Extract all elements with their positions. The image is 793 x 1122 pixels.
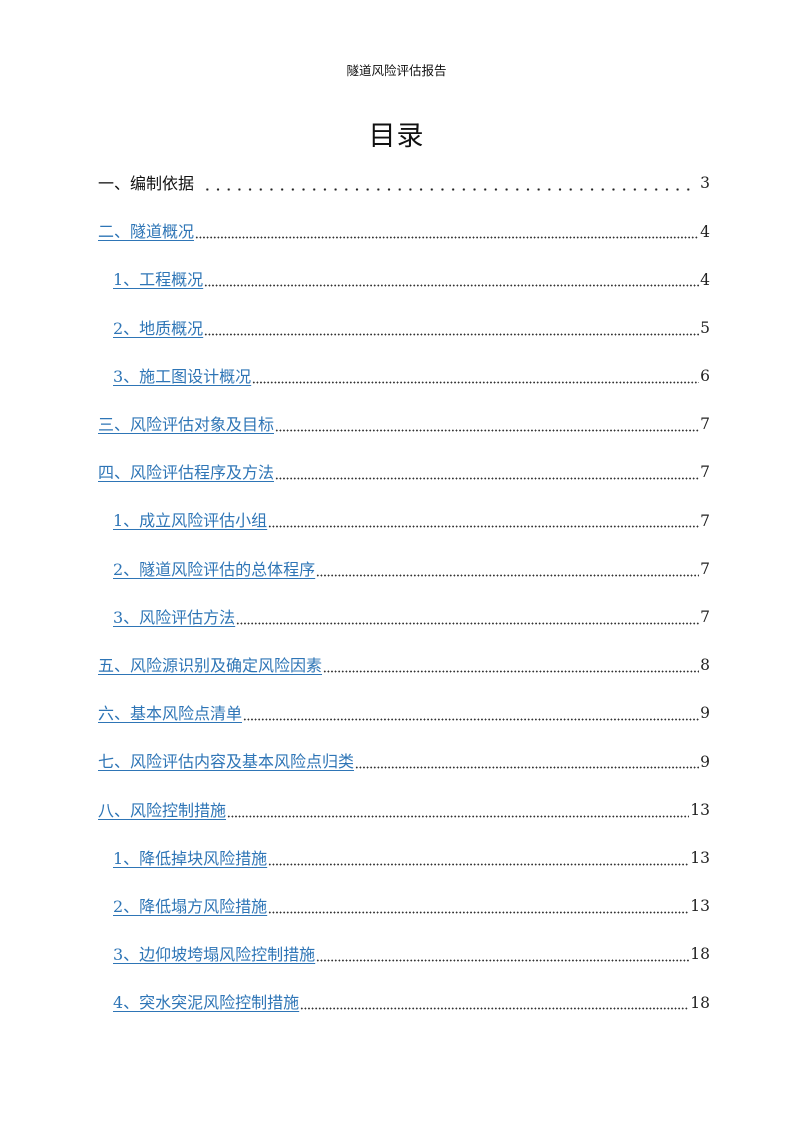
dot-leader [323,658,699,675]
table-of-contents: 一、编制依据 3 二、隧道概况 4 1、工程概况 4 2、地质概况 5 3、施工… [98,160,710,1027]
toc-entry-label: 一、编制依据 [98,174,195,194]
dot-leader [268,514,699,531]
toc-page-number: 13 [690,897,710,916]
toc-entry-link[interactable]: 五、风险源识别及确定风险因素 [98,657,322,674]
toc-entry-link[interactable]: 2、地质概况 [113,320,203,337]
toc-entry-link[interactable]: 四、风险评估程序及方法 [98,465,274,481]
toc-page-number: 13 [690,800,710,819]
toc-page-number: 18 [690,945,710,964]
toc-entry-link[interactable]: 六、基本风险点清单 [98,706,242,722]
dot-leader [252,369,699,386]
dot-leader [195,225,699,242]
toc-entry[interactable]: 2、隧道风险评估的总体程序 7 [98,546,710,594]
toc-entry[interactable]: 3、施工图设计概况 6 [98,353,710,401]
toc-page-number: 18 [690,993,710,1012]
toc-entry[interactable]: 二、隧道概况 4 [98,208,710,256]
toc-page-number: 4 [700,270,710,289]
toc-entry-link[interactable]: 4、突水突泥风险控制措施 [113,995,299,1011]
toc-entry[interactable]: 2、降低塌方风险措施 13 [98,883,710,931]
dot-leader [355,755,699,772]
dot-leader [268,899,690,916]
toc-page-number: 7 [700,559,710,578]
dot-leader [227,803,690,820]
dot-leader [275,418,699,435]
toc-page-number: 5 [700,318,710,337]
toc-title: 目录 [368,121,425,152]
toc-entry-link[interactable]: 七、风险评估内容及基本风险点归类 [98,754,354,770]
toc-entry[interactable]: 八、风险控制措施 13 [98,786,710,834]
dot-leader [316,948,690,965]
toc-page-number: 3 [700,174,710,193]
toc-entry: 一、编制依据 3 [98,160,710,208]
toc-entry[interactable]: 三、风险评估对象及目标 7 [98,401,710,449]
toc-page-number: 9 [700,704,710,723]
toc-entry-link[interactable]: 3、风险评估方法 [113,609,235,626]
dot-leader [268,851,690,868]
toc-entry-link[interactable]: 八、风险控制措施 [98,802,226,819]
toc-entry-link[interactable]: 3、施工图设计概况 [113,368,251,385]
toc-entry-link[interactable]: 3、边仰坡垮塌风险控制措施 [113,947,315,963]
toc-entry-link[interactable]: 1、降低掉块风险措施 [113,850,267,867]
dot-leader [204,321,699,338]
toc-entry-link[interactable]: 1、成立风险评估小组 [113,513,267,529]
toc-entry-link[interactable]: 三、风险评估对象及目标 [98,417,274,433]
toc-page-number: 7 [700,463,710,482]
toc-entry[interactable]: 1、降低掉块风险措施 13 [98,835,710,883]
dot-leader [202,177,690,194]
toc-entry[interactable]: 3、风险评估方法 7 [98,594,710,642]
toc-entry[interactable]: 五、风险源识别及确定风险因素 8 [98,642,710,690]
toc-entry-link[interactable]: 1、工程概况 [113,272,203,288]
toc-entry[interactable]: 4、突水突泥风险控制措施 18 [98,979,710,1027]
toc-entry-link[interactable]: 二、隧道概况 [98,224,194,240]
toc-entry[interactable]: 七、风险评估内容及基本风险点归类 9 [98,738,710,786]
dot-leader [243,707,699,724]
toc-entry-link[interactable]: 2、降低塌方风险措施 [113,898,267,915]
toc-page-number: 7 [700,415,710,434]
dot-leader [204,273,699,290]
toc-entry[interactable]: 四、风险评估程序及方法 7 [98,449,710,497]
dot-leader [300,996,690,1013]
dot-leader [275,466,699,483]
toc-page-number: 13 [690,848,710,867]
toc-page-number: 9 [700,752,710,771]
toc-page-number: 7 [700,608,710,627]
toc-page-number: 7 [700,511,710,530]
toc-page-number: 8 [700,656,710,675]
toc-entry-link[interactable]: 2、隧道风险评估的总体程序 [113,561,315,578]
toc-entry[interactable]: 六、基本风险点清单 9 [98,690,710,738]
dot-leader [236,610,699,627]
toc-entry[interactable]: 1、成立风险评估小组 7 [98,497,710,545]
toc-entry[interactable]: 3、边仰坡垮塌风险控制措施 18 [98,931,710,979]
running-header: 隧道风险评估报告 [346,63,447,78]
toc-page-number: 6 [700,367,710,386]
dot-leader [316,562,699,579]
toc-entry[interactable]: 1、工程概况 4 [98,256,710,304]
toc-entry[interactable]: 2、地质概况 5 [98,305,710,353]
toc-page-number: 4 [700,222,710,241]
